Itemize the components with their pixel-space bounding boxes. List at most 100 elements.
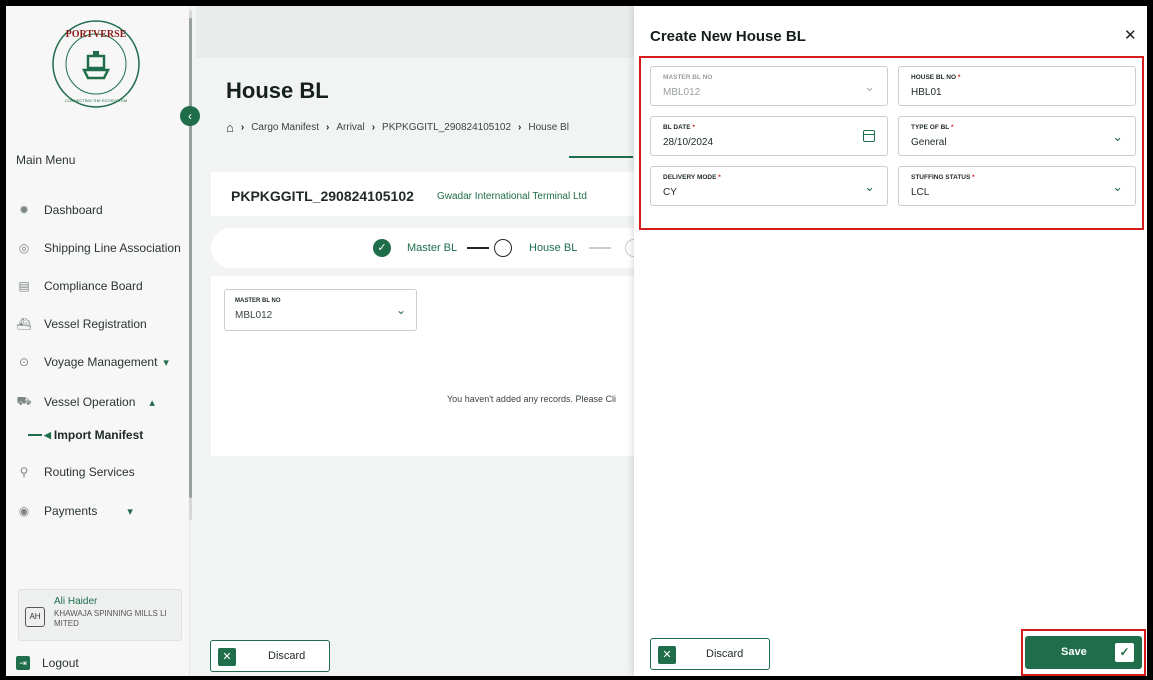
app-window: PORTVERSE CONNECTING THE ECOSYSTEM Main … bbox=[6, 6, 1147, 676]
stuffing-status-select[interactable]: STUFFING STATUS * LCL ⌄ bbox=[898, 166, 1136, 206]
sidebar-scrollbar-thumb[interactable] bbox=[189, 18, 192, 498]
sidebar-item-vessel-operation[interactable]: ⛟ Vessel Operation ▴ bbox=[16, 390, 155, 414]
step-connector bbox=[589, 247, 611, 249]
sidebar-item-label: Voyage Management bbox=[44, 355, 158, 369]
stepper: ✓ Master BL House BL bbox=[211, 228, 643, 268]
chevron-down-icon: ⌄ bbox=[1112, 129, 1123, 144]
field-value: General bbox=[911, 137, 947, 148]
create-house-bl-drawer: Create New House BL ✕ MASTER BL NO MBL01… bbox=[634, 6, 1147, 676]
discard-label: Discard bbox=[706, 648, 744, 660]
sidebar-collapse-button[interactable]: ‹ bbox=[180, 106, 200, 126]
field-value: MBL012 bbox=[235, 310, 273, 321]
dashboard-icon: ✹ bbox=[18, 203, 30, 217]
sidebar-item-shipping-line-association[interactable]: ◎ Shipping Line Association bbox=[16, 236, 181, 260]
logout-label: Logout bbox=[42, 656, 79, 670]
page-title: House BL bbox=[226, 78, 329, 103]
discard-button[interactable]: ✕ Discard bbox=[210, 640, 330, 672]
step-house-bl[interactable]: House BL bbox=[529, 242, 577, 254]
chevron-down-icon: ⌄ bbox=[1112, 179, 1123, 194]
field-label: HOUSE BL NO * bbox=[911, 74, 961, 81]
empty-state-message: You haven't added any records. Please Cl… bbox=[447, 394, 616, 404]
field-label: STUFFING STATUS * bbox=[911, 174, 975, 181]
vessel-registration-icon: ⛴ bbox=[16, 317, 32, 331]
sidebar-subitem-label: Import Manifest bbox=[53, 428, 144, 442]
save-label: Save bbox=[1061, 646, 1087, 658]
bl-date-field[interactable]: BL DATE * 28/10/2024 bbox=[650, 116, 888, 156]
logout-button[interactable]: ⇥ Logout bbox=[16, 656, 79, 670]
progress-indicator bbox=[569, 156, 633, 158]
sidebar-subitem-import-manifest[interactable]: ◀ Import Manifest bbox=[28, 428, 143, 442]
chevron-right-icon: › bbox=[518, 122, 522, 133]
routing-icon: ⚲ bbox=[19, 465, 29, 479]
house-bl-field[interactable]: HOUSE BL NO * HBL01 bbox=[898, 66, 1136, 106]
breadcrumb: ⌂ › Cargo Manifest › Arrival › PKPKGGITL… bbox=[226, 120, 569, 135]
check-circle-icon: ✓ bbox=[373, 239, 391, 257]
field-label: MASTER BL NO bbox=[663, 74, 713, 81]
field-label: MASTER BL NO bbox=[235, 298, 281, 304]
check-icon: ✓ bbox=[1115, 643, 1134, 662]
breadcrumb-item[interactable]: Cargo Manifest bbox=[251, 122, 319, 133]
user-company: KHAWAJA SPINNING MILLS LI MITED bbox=[54, 609, 167, 628]
payments-icon: ◉ bbox=[18, 504, 30, 518]
delivery-mode-select[interactable]: DELIVERY MODE * CY ⌄ bbox=[650, 166, 888, 206]
field-value: MBL012 bbox=[663, 87, 701, 98]
step-connector bbox=[467, 247, 489, 249]
terminal-name: Gwadar International Terminal Ltd bbox=[437, 191, 587, 202]
step-master-bl[interactable]: Master BL bbox=[407, 242, 457, 254]
logo-tagline: CONNECTING THE ECOSYSTEM bbox=[65, 98, 127, 103]
chevron-down-icon: ▾ bbox=[127, 505, 133, 518]
manifest-id: PKPKGGITL_290824105102 bbox=[231, 188, 414, 204]
breadcrumb-item[interactable]: Arrival bbox=[336, 122, 364, 133]
vessel-operation-icon: ⛟ bbox=[16, 394, 32, 408]
close-icon: ✕ bbox=[218, 648, 236, 666]
master-bl-field: MASTER BL NO MBL012 ⌄ bbox=[650, 66, 888, 106]
sidebar-item-label: Vessel Operation bbox=[44, 395, 136, 409]
chevron-down-icon: ⌄ bbox=[864, 179, 875, 194]
type-of-bl-select[interactable]: TYPE OF BL * General ⌄ bbox=[898, 116, 1136, 156]
sidebar-item-payments[interactable]: ◉ Payments ▾ bbox=[16, 499, 133, 523]
breadcrumb-item-current: House Bl bbox=[528, 122, 569, 133]
sidebar-item-routing-services[interactable]: ⚲ Routing Services bbox=[16, 460, 135, 484]
records-card: MASTER BL NO MBL012 ⌄ You haven't added … bbox=[211, 276, 641, 456]
manifest-header-card: PKPKGGITL_290824105102 Gwadar Internatio… bbox=[211, 172, 641, 216]
chevron-up-icon: ▴ bbox=[149, 396, 155, 409]
close-icon[interactable]: ✕ bbox=[1124, 26, 1137, 44]
logout-icon: ⇥ bbox=[16, 656, 30, 670]
sidebar-item-voyage-management[interactable]: ⊙ Voyage Management ▾ bbox=[16, 350, 169, 374]
save-button[interactable]: Save ✓ bbox=[1025, 636, 1142, 669]
sidebar-item-label: Shipping Line Association bbox=[44, 241, 181, 255]
compliance-icon: ▤ bbox=[18, 279, 30, 293]
discard-label: Discard bbox=[268, 650, 306, 662]
voyage-icon: ⊙ bbox=[18, 355, 30, 369]
sidebar: PORTVERSE CONNECTING THE ECOSYSTEM Main … bbox=[6, 6, 192, 676]
home-icon[interactable]: ⌂ bbox=[226, 120, 234, 135]
breadcrumb-item[interactable]: PKPKGGITL_290824105102 bbox=[382, 122, 511, 133]
circle-icon bbox=[494, 239, 512, 257]
chevron-right-icon: › bbox=[240, 122, 245, 133]
user-name: Ali Haider bbox=[54, 596, 98, 607]
main-menu-title: Main Menu bbox=[16, 153, 76, 167]
field-value: CY bbox=[663, 187, 677, 198]
sidebar-item-vessel-registration[interactable]: ⛴ Vessel Registration bbox=[16, 312, 146, 336]
field-value: 28/10/2024 bbox=[663, 137, 714, 148]
discard-button[interactable]: ✕ Discard bbox=[650, 638, 770, 670]
field-value: HBL01 bbox=[911, 87, 942, 98]
chevron-right-icon: › bbox=[326, 122, 330, 133]
field-label: TYPE OF BL * bbox=[911, 124, 954, 131]
field-value: LCL bbox=[911, 187, 930, 198]
close-icon: ✕ bbox=[658, 646, 676, 664]
chevron-down-icon: ⌄ bbox=[395, 303, 406, 317]
caret-left-icon: ◀ bbox=[44, 429, 51, 440]
master-bl-select[interactable]: MASTER BL NO MBL012 ⌄ bbox=[224, 289, 417, 331]
field-label: DELIVERY MODE * bbox=[663, 174, 721, 181]
sidebar-item-dashboard[interactable]: ✹ Dashboard bbox=[16, 198, 103, 222]
calendar-icon[interactable] bbox=[863, 130, 875, 142]
chevron-down-icon: ⌄ bbox=[864, 79, 875, 94]
sidebar-item-compliance-board[interactable]: ▤ Compliance Board bbox=[16, 274, 142, 298]
sidebar-item-label: Dashboard bbox=[44, 203, 103, 217]
sidebar-item-label: Payments bbox=[44, 504, 98, 518]
user-profile-card[interactable]: AH Ali Haider KHAWAJA SPINNING MILLS LI … bbox=[18, 589, 182, 641]
drawer-title: Create New House BL bbox=[650, 28, 806, 45]
active-indicator bbox=[28, 434, 42, 436]
logo-text: PORTVERSE bbox=[66, 29, 127, 40]
